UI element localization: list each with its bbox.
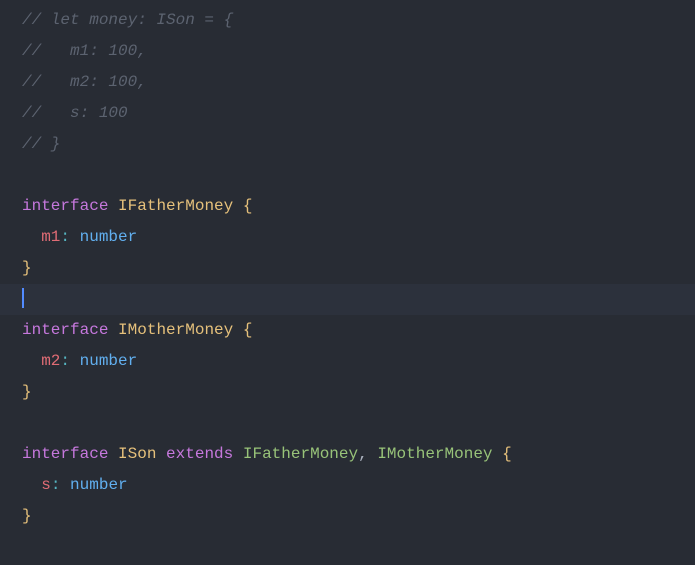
interface-name: ISon [118, 445, 156, 463]
code-line: interface IFatherMoney { [0, 191, 695, 222]
extends-name: IFatherMoney [243, 445, 358, 463]
code-line-current [0, 284, 695, 315]
cursor-icon [22, 288, 24, 308]
code-line: // let money: ISon = { [0, 5, 695, 36]
code-line: // s: 100 [0, 98, 695, 129]
keyword-interface: interface [22, 445, 108, 463]
comment-text: // let money: ISon = { [22, 11, 233, 29]
keyword-extends: extends [166, 445, 233, 463]
type-name: number [70, 476, 128, 494]
brace-open: { [243, 197, 253, 215]
code-line: } [0, 377, 695, 408]
extends-name: IMotherMoney [377, 445, 492, 463]
brace-close: } [22, 507, 32, 525]
interface-name: IMotherMoney [118, 321, 233, 339]
type-name: number [80, 228, 138, 246]
comment-text: // } [22, 135, 60, 153]
property-name: m2 [41, 352, 60, 370]
code-line: // m1: 100, [0, 36, 695, 67]
property-name: m1 [41, 228, 60, 246]
keyword-interface: interface [22, 321, 108, 339]
interface-name: IFatherMoney [118, 197, 233, 215]
comment-text: // s: 100 [22, 104, 128, 122]
comma: , [358, 445, 368, 463]
code-editor[interactable]: // let money: ISon = { // m1: 100, // m2… [0, 5, 695, 555]
colon: : [60, 228, 70, 246]
code-line-empty [0, 408, 695, 439]
comment-text: // m2: 100, [22, 73, 147, 91]
code-line: // } [0, 129, 695, 160]
comment-text: // m1: 100, [22, 42, 147, 60]
code-line: // m2: 100, [0, 67, 695, 98]
code-line: m1: number [0, 222, 695, 253]
code-line: interface IMotherMoney { [0, 315, 695, 346]
type-name: number [80, 352, 138, 370]
code-line: } [0, 253, 695, 284]
code-line: interface ISon extends IFatherMoney, IMo… [0, 439, 695, 470]
code-line: s: number [0, 470, 695, 501]
property-name: s [41, 476, 51, 494]
brace-close: } [22, 259, 32, 277]
code-line: } [0, 501, 695, 532]
brace-close: } [22, 383, 32, 401]
brace-open: { [243, 321, 253, 339]
code-line-empty [0, 160, 695, 191]
code-line: m2: number [0, 346, 695, 377]
keyword-interface: interface [22, 197, 108, 215]
colon: : [60, 352, 70, 370]
colon: : [51, 476, 61, 494]
brace-open: { [502, 445, 512, 463]
